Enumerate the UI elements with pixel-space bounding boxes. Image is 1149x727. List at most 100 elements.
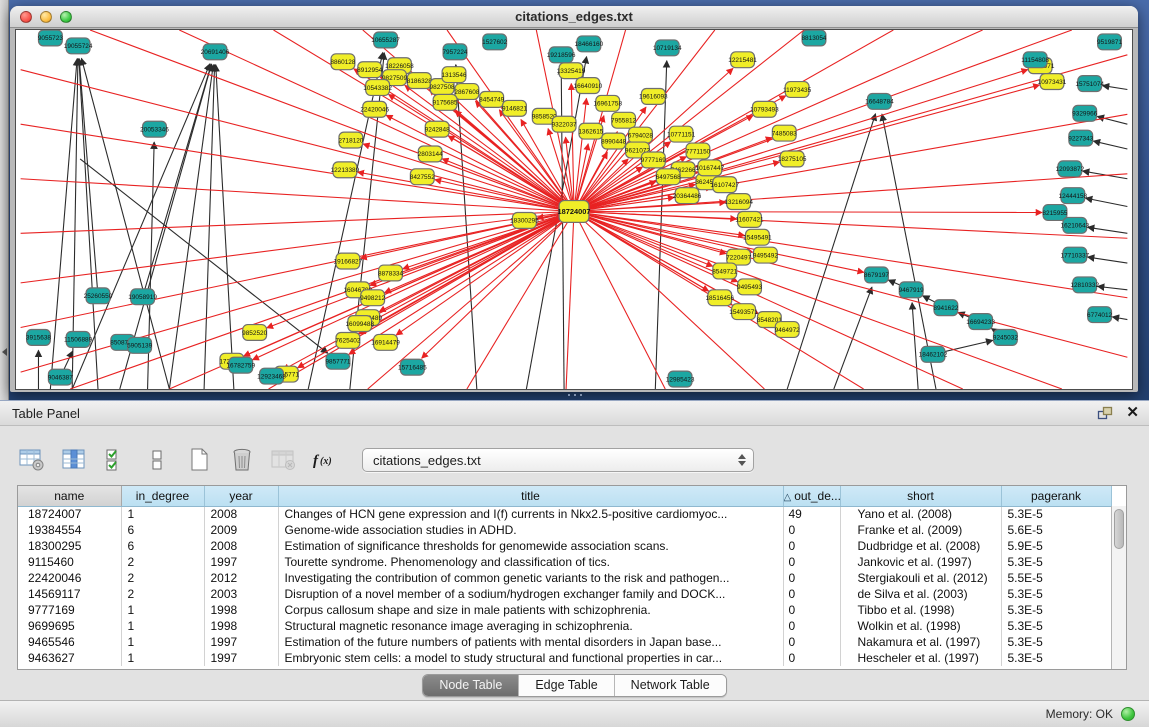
network-node-label: 1527602	[482, 39, 507, 46]
table-row[interactable]: 946554611997Estimation of the future num…	[18, 634, 1111, 650]
zoom-window-button[interactable]	[60, 11, 72, 23]
network-node-label: 19166827	[334, 258, 363, 265]
minimize-window-button[interactable]	[40, 11, 52, 23]
network-node-label: 16107427	[710, 182, 739, 189]
network-node-label: 7625402	[335, 338, 360, 345]
table-cell: Yano et al. (2008)	[840, 506, 1001, 522]
table-cell: 0	[783, 570, 840, 586]
scrollbar-thumb[interactable]	[1114, 509, 1124, 549]
network-node-label: 9175685	[433, 100, 458, 107]
column-header-year[interactable]: year	[204, 486, 278, 506]
table-cell: Embryonic stem cells: a model to study s…	[278, 650, 783, 666]
network-node-label: 9146821	[502, 106, 527, 113]
network-node-label: 9329966	[1072, 111, 1097, 118]
network-canvas-svg[interactable]: 8860128891295418226058982750910543382818…	[16, 30, 1132, 389]
network-window: citations_edges.txt 88601288912954182260…	[10, 6, 1138, 392]
close-window-button[interactable]	[20, 11, 32, 23]
network-node-label: 12923468	[257, 373, 286, 380]
table-cell: 0	[783, 618, 840, 634]
table-tabs: Node TableEdge TableNetwork Table	[0, 674, 1149, 697]
delete-table-icon[interactable]	[270, 447, 298, 473]
table-row[interactable]: 1830029562008Estimation of significance …	[18, 538, 1111, 554]
network-node-label: 2867608	[454, 89, 479, 96]
network-node-label: 19055724	[64, 43, 93, 50]
table-panel-title: Table Panel	[12, 406, 80, 421]
delete-column-icon[interactable]	[228, 447, 256, 473]
table-cell: 0	[783, 602, 840, 618]
float-panel-icon[interactable]	[1097, 406, 1114, 421]
table-cell: Estimation of significance thresholds fo…	[278, 538, 783, 554]
tab-network-table[interactable]: Network Table	[615, 675, 726, 696]
network-node-label: 15495491	[743, 235, 772, 242]
network-node-label: 8912954	[357, 67, 382, 74]
network-node-label: 9322037	[552, 121, 577, 128]
table-cell: 1	[121, 618, 204, 634]
network-node-label: 9852520	[242, 330, 267, 337]
function-builder-icon[interactable]: f (x)	[312, 447, 340, 473]
table-row[interactable]: 1456911722003Disruption of a novel membe…	[18, 586, 1111, 602]
network-node-label: 7485083	[772, 130, 797, 137]
network-desktop: citations_edges.txt 88601288912954182260…	[0, 0, 1149, 400]
table-cell: 2	[121, 570, 204, 586]
show-columns-icon[interactable]	[60, 447, 88, 473]
network-node-label: 12215481	[728, 57, 757, 64]
cytoscape-app: citations_edges.txt 88601288912954182260…	[0, 0, 1149, 727]
column-header-in_degree[interactable]: in_degree	[121, 486, 204, 506]
panel-splitter-handle[interactable]	[566, 393, 584, 398]
network-canvas[interactable]: 8860128891295418226058982750910543382818…	[15, 29, 1133, 390]
table-cell: 1	[121, 634, 204, 650]
status-bar: Memory: OK	[0, 700, 1149, 727]
table-row[interactable]: 1872400712008Changes of HCN gene express…	[18, 506, 1111, 522]
network-node-label: 8878334	[378, 270, 403, 277]
column-header-short[interactable]: short	[840, 486, 1001, 506]
network-node-label: 11154808	[1021, 57, 1049, 64]
table-selector-dropdown[interactable]: citations_edges.txt	[362, 448, 754, 472]
column-header-out_de[interactable]: △out_de...	[783, 486, 840, 506]
collapse-arrow-icon[interactable]	[2, 348, 7, 356]
window-controls	[20, 11, 72, 23]
network-node-label: 15716485	[398, 364, 427, 371]
network-node-label: 15493571	[729, 309, 758, 316]
table-row[interactable]: 946362711997Embryonic stem cells: a mode…	[18, 650, 1111, 666]
vertical-scrollbar[interactable]	[1111, 506, 1126, 669]
table-cell: Tourette syndrome. Phenomenology and cla…	[278, 554, 783, 570]
network-node-label: 9498212	[360, 295, 385, 302]
column-header-pagerank[interactable]: pagerank	[1001, 486, 1111, 506]
table-row[interactable]: 2242004622012Investigating the contribut…	[18, 570, 1111, 586]
network-node-label: 10973431	[1038, 79, 1067, 86]
table-row[interactable]: 1938455462009Genome-wide association stu…	[18, 522, 1111, 538]
row-height-icon[interactable]	[144, 447, 172, 473]
network-window-titlebar[interactable]: citations_edges.txt	[10, 6, 1138, 28]
network-node-label: 12985423	[666, 376, 695, 383]
table-cell: Corpus callosum shape and size in male p…	[278, 602, 783, 618]
table-cell: Stergiakouli et al. (2012)	[840, 570, 1001, 586]
network-node-label: 18226058	[385, 63, 414, 70]
column-header-name[interactable]: name	[18, 486, 121, 506]
svg-text:f: f	[313, 453, 320, 469]
table-cell: 2009	[204, 522, 278, 538]
network-node-label: 11607421	[735, 217, 764, 224]
table-cell: 5.6E-5	[1001, 522, 1111, 538]
table-cell: Structural magnetic resonance image aver…	[278, 618, 783, 634]
network-node-label: 2803144	[418, 151, 443, 158]
memory-ok-indicator	[1121, 707, 1135, 721]
close-panel-icon[interactable]: ✕	[1126, 406, 1139, 420]
network-node-label: 19058919	[128, 294, 157, 301]
table-mode-icon[interactable]	[18, 447, 46, 473]
network-node-label: 9467919	[899, 287, 924, 294]
column-header-title[interactable]: title	[278, 486, 783, 506]
network-node-label: 8427552	[410, 174, 435, 181]
table-cell: Jankovic et al. (1997)	[840, 554, 1001, 570]
table-row[interactable]: 911546021997Tourette syndrome. Phenomeno…	[18, 554, 1111, 570]
table-row[interactable]: 977716911998Corpus callosum shape and si…	[18, 602, 1111, 618]
network-node-label: 18300295	[510, 218, 539, 225]
new-column-icon[interactable]	[186, 447, 214, 473]
tab-node-table[interactable]: Node Table	[423, 675, 519, 696]
select-columns-icon[interactable]	[102, 447, 130, 473]
network-node-label: 16694233	[966, 319, 995, 326]
tab-edge-table[interactable]: Edge Table	[519, 675, 614, 696]
table-row[interactable]: 969969511998Structural magnetic resonanc…	[18, 618, 1111, 634]
network-node-label: 12810332	[1070, 282, 1099, 289]
left-collapsed-panel[interactable]	[0, 0, 9, 400]
table-cell: 5.5E-5	[1001, 570, 1111, 586]
